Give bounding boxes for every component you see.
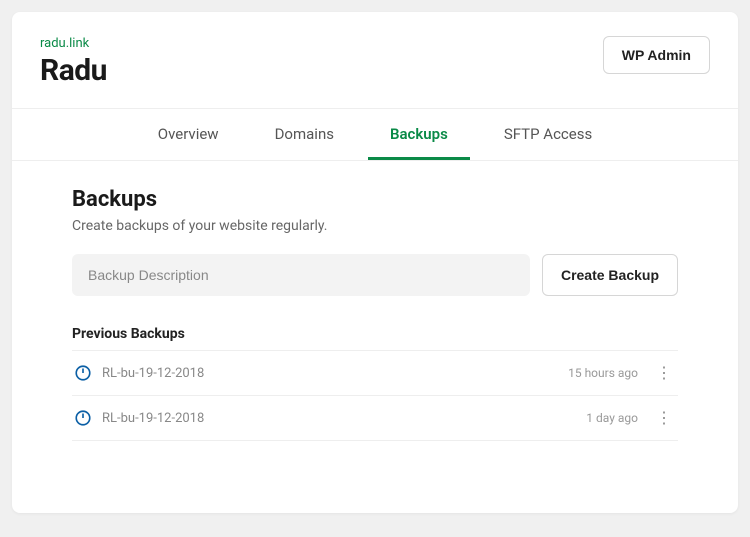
backup-time: 1 day ago [586,411,638,425]
page-subtitle: Create backups of your website regularly… [72,218,678,234]
create-backup-button[interactable]: Create Backup [542,254,678,296]
backup-name[interactable]: RL-bu-19-12-2018 [102,411,586,426]
backup-row: RL-bu-19-12-2018 1 day ago ⋮ [72,395,678,441]
domain-link[interactable]: radu.link [40,36,107,51]
tab-sftp-access[interactable]: SFTP Access [482,109,614,160]
backup-name[interactable]: RL-bu-19-12-2018 [102,366,568,381]
backup-menu-icon[interactable]: ⋮ [652,365,676,381]
power-icon [74,364,92,382]
backup-row: RL-bu-19-12-2018 15 hours ago ⋮ [72,350,678,395]
page-title: Backups [72,187,678,212]
backup-time: 15 hours ago [568,366,638,380]
backup-description-input[interactable] [72,254,530,296]
power-icon [74,409,92,427]
tab-domains[interactable]: Domains [253,109,356,160]
tabs: Overview Domains Backups SFTP Access [12,108,738,161]
tab-backups[interactable]: Backups [368,109,470,160]
previous-backups-heading: Previous Backups [72,326,678,342]
wp-admin-button[interactable]: WP Admin [603,36,710,74]
backup-menu-icon[interactable]: ⋮ [652,410,676,426]
tab-overview[interactable]: Overview [136,109,241,160]
site-title: Radu [40,53,107,88]
